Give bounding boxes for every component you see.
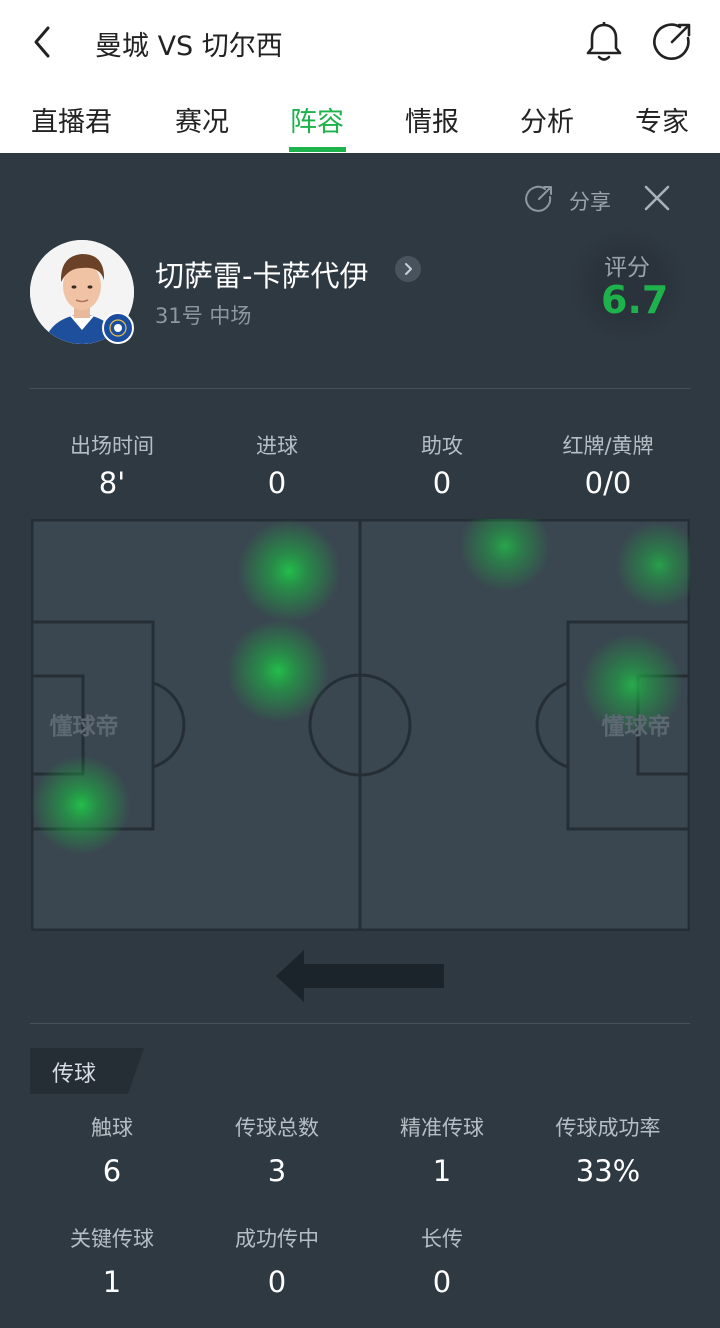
share-button[interactable]: 分享 — [569, 186, 611, 216]
bell-icon[interactable] — [583, 20, 625, 64]
divider — [30, 388, 690, 389]
player-name[interactable]: 切萨雷-卡萨代伊 — [155, 253, 368, 295]
stat-label-pass-success-rate: 传球成功率 — [555, 1116, 661, 1140]
tab-saikuang[interactable]: 赛况 — [175, 100, 229, 139]
stat-value-key-passes: 1 — [102, 1265, 122, 1299]
stat-label-cards: 红牌/黄牌 — [562, 434, 654, 458]
tab-qingbao[interactable]: 情报 — [405, 100, 459, 139]
stat-value-total-passes: 3 — [267, 1154, 287, 1188]
stat-value-successful-crosses: 0 — [267, 1265, 287, 1299]
club-badge-icon — [102, 312, 134, 344]
stat-value-assists: 0 — [432, 466, 452, 500]
divider — [30, 1023, 690, 1024]
stat-label-total-passes: 传球总数 — [235, 1116, 319, 1140]
stat-value-long-balls: 0 — [432, 1265, 452, 1299]
tab-zhuanjia[interactable]: 专家 — [635, 100, 689, 139]
heat-spot — [31, 755, 131, 855]
back-icon[interactable] — [26, 22, 62, 62]
match-title: 曼城 VS 切尔西 — [95, 31, 283, 62]
heat-spot — [237, 519, 341, 623]
stat-label-assists: 助攻 — [421, 434, 463, 458]
stat-label-long-balls: 长传 — [421, 1227, 463, 1251]
stat-label-goals: 进球 — [256, 434, 298, 458]
top-bar: 曼城 VS 切尔西 直播君 赛况 阵容 情报 分析 专家 — [0, 0, 720, 153]
tab-fenxi[interactable]: 分析 — [520, 100, 574, 139]
attack-direction-arrow-icon — [276, 950, 444, 1002]
heat-spot — [226, 619, 330, 723]
watermark-left: 懂球帝 — [50, 713, 119, 740]
tab-zhenrong[interactable]: 阵容 — [290, 100, 344, 139]
stat-value-cards: 0/0 — [584, 466, 632, 500]
share-icon[interactable] — [650, 20, 694, 64]
stat-label-key-passes: 关键传球 — [70, 1227, 154, 1251]
rating-label: 评分 — [604, 255, 650, 281]
heatmap-pitch: 懂球帝 懂球帝 — [31, 519, 690, 931]
stat-label-accurate-passes: 精准传球 — [400, 1116, 484, 1140]
rating-value: 6.7 — [601, 278, 669, 322]
stat-label-minutes: 出场时间 — [70, 434, 154, 458]
stat-label-touches: 触球 — [91, 1116, 133, 1140]
active-tab-indicator — [289, 147, 346, 152]
share-icon[interactable] — [524, 184, 554, 214]
close-icon[interactable] — [642, 183, 672, 213]
stat-label-successful-crosses: 成功传中 — [235, 1227, 319, 1251]
player-number-position: 31号 中场 — [155, 304, 252, 328]
stat-value-accurate-passes: 1 — [432, 1154, 452, 1188]
stat-value-goals: 0 — [267, 466, 287, 500]
watermark-right: 懂球帝 — [602, 713, 671, 740]
stat-value-pass-success-rate: 33% — [575, 1154, 641, 1188]
chevron-right-icon[interactable] — [395, 256, 421, 282]
stat-value-touches: 6 — [102, 1154, 122, 1188]
tab-zhibojun[interactable]: 直播君 — [31, 100, 112, 139]
stat-value-minutes: 8' — [98, 466, 126, 500]
tab-bar: 直播君 赛况 阵容 情报 分析 专家 — [0, 92, 720, 153]
section-title-passing: 传球 — [52, 1062, 97, 1087]
